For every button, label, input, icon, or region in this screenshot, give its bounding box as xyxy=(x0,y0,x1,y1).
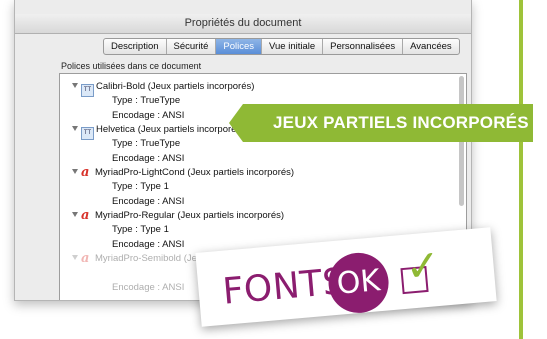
font-encoding: Encodage : ANSI xyxy=(112,239,185,250)
tab-advanced[interactable]: Avancées xyxy=(403,39,459,54)
font-item[interactable]: TT Calibri-Bold (Jeux partiels incorporés… xyxy=(72,80,255,97)
font-type: Type : TrueType xyxy=(112,138,181,149)
tab-bar: Description Sécurité Polices Vue initial… xyxy=(103,38,460,55)
font-name: MyriadPro-Regular (Jeux partiels incorpo… xyxy=(95,210,285,221)
font-name: MyriadPro-LightCond (Jeux partiels incor… xyxy=(95,167,295,178)
tab-fonts[interactable]: Polices xyxy=(216,39,263,54)
tab-security[interactable]: Sécurité xyxy=(167,39,217,54)
disclosure-triangle-icon[interactable] xyxy=(72,255,78,260)
vertical-rule xyxy=(519,0,523,339)
disclosure-triangle-icon[interactable] xyxy=(72,83,78,88)
truetype-icon: TT xyxy=(81,127,94,140)
font-encoding: Encodage : ANSI xyxy=(112,196,185,207)
tab-custom[interactable]: Personnalisées xyxy=(323,39,404,54)
font-encoding: Encodage : ANSI xyxy=(112,282,185,293)
tab-initial-view[interactable]: Vue initiale xyxy=(262,39,324,54)
disclosure-triangle-icon[interactable] xyxy=(72,169,78,174)
font-encoding: Encodage : ANSI xyxy=(112,110,185,121)
font-item[interactable]: a MyriadPro-Regular (Jeux partiels incorp… xyxy=(72,209,284,223)
type1-icon: a xyxy=(81,251,90,266)
font-type: Type : Type 1 xyxy=(112,224,169,235)
disclosure-triangle-icon[interactable] xyxy=(72,126,78,131)
truetype-icon: TT xyxy=(81,84,94,97)
window-title: Propriétés du document xyxy=(15,14,471,34)
font-name: Helvetica (Jeux partiels incorporés) xyxy=(96,124,245,135)
fonts-section-label: Polices utilisées dans ce document xyxy=(61,61,202,71)
embedded-subsets-callout: JEUX PARTIELS INCORPORÉS xyxy=(229,104,533,142)
checkmark-icon: ✓ xyxy=(403,239,443,292)
font-item[interactable]: TT Helvetica (Jeux partiels incorporés) xyxy=(72,123,245,140)
tab-description[interactable]: Description xyxy=(104,39,167,54)
font-type: Type : TrueType xyxy=(112,95,181,106)
font-type: Type : Type 1 xyxy=(112,181,169,192)
type1-icon: a xyxy=(81,165,90,180)
font-name: Calibri-Bold (Jeux partiels incorporés) xyxy=(96,81,255,92)
ok-circle: OK xyxy=(326,250,392,316)
font-encoding: Encodage : ANSI xyxy=(112,153,185,164)
disclosure-triangle-icon[interactable] xyxy=(72,212,78,217)
type1-icon: a xyxy=(81,208,90,223)
font-item[interactable]: a MyriadPro-LightCond (Jeux partiels inco… xyxy=(72,166,294,180)
